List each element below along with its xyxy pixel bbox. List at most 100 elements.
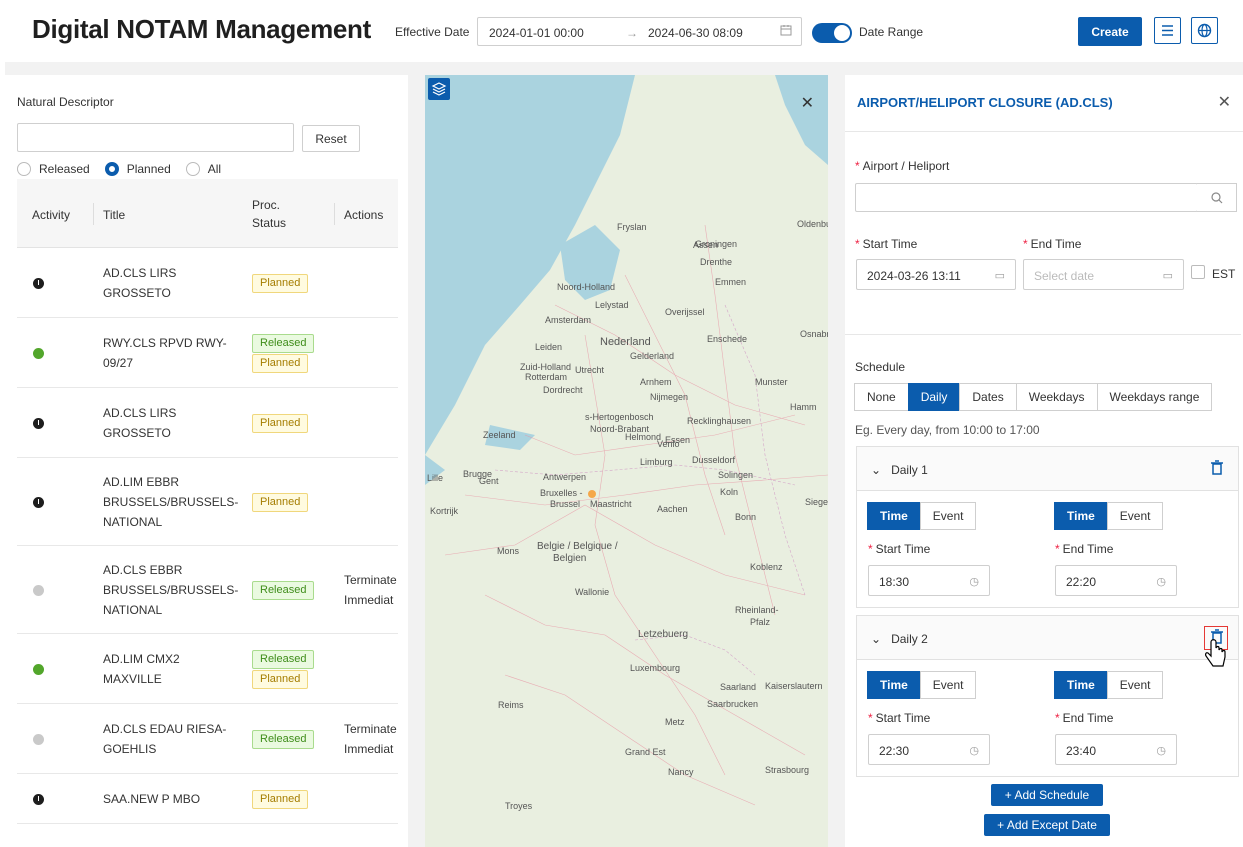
row-title[interactable]: AD.CLS EDAU RIESA- GOEHLIS [103, 719, 233, 759]
radio-circle-selected [104, 162, 119, 176]
title-line: GROSSETO [103, 286, 171, 300]
svg-text:Reims: Reims [498, 700, 524, 710]
create-button[interactable]: Create [1078, 17, 1142, 46]
svg-text:Osnabruck: Osnabruck [800, 329, 828, 339]
airport-search-button[interactable] [1197, 183, 1237, 212]
column-status[interactable]: Status [252, 216, 286, 230]
column-actions[interactable]: Actions [344, 208, 383, 222]
column-divider [93, 203, 94, 225]
list-view-button[interactable] [1154, 17, 1181, 44]
map-canvas[interactable]: Nederland Amsterdam Utrecht Rotterdam Do… [425, 75, 828, 847]
title-line: NATIONAL [103, 515, 163, 529]
natural-descriptor-input[interactable] [17, 123, 294, 152]
status-tag: Planned [252, 790, 309, 809]
column-activity[interactable]: Activity [32, 208, 70, 222]
time-option[interactable]: Time [867, 502, 921, 530]
start-date-input[interactable]: 2024-01-01 00:00 [489, 26, 584, 40]
svg-text:Wallonie: Wallonie [575, 587, 609, 597]
time-option[interactable]: Time [1054, 502, 1108, 530]
event-option[interactable]: Event [919, 502, 977, 530]
clock-icon: ◷ [1156, 576, 1166, 588]
event-option[interactable]: Event [1106, 671, 1164, 699]
start-time-input[interactable]: 2024-03-26 13:11 ▭ [856, 259, 1016, 290]
calendar-icon[interactable] [780, 24, 792, 36]
svg-text:Bruxelles -: Bruxelles - [540, 488, 583, 498]
est-checkbox[interactable] [1191, 265, 1205, 279]
close-icon[interactable]: ✕ [1218, 92, 1231, 112]
title-line: MAXVILLE [103, 672, 162, 686]
tab-weekdays[interactable]: Weekdays [1015, 383, 1098, 411]
svg-text:Arnhem: Arnhem [640, 377, 672, 387]
date-range-toggle[interactable] [812, 23, 852, 43]
tab-daily[interactable]: Daily [907, 383, 961, 411]
row-title[interactable]: RWY.CLS RPVD RWY- 09/27 [103, 333, 233, 373]
end-time-input[interactable]: Select date ▭ [1023, 259, 1184, 290]
card-header[interactable]: ⌄ Daily 1 [857, 447, 1238, 491]
table-row[interactable]: RWY.CLS RPVD RWY- 09/27 Released Planned [17, 318, 398, 388]
end-mode-toggle: Time Event [1054, 502, 1164, 530]
svg-text:Overijssel: Overijssel [665, 307, 705, 317]
table-row[interactable]: AD.CLS EDAU RIESA- GOEHLIS Released Termina… [17, 704, 398, 774]
event-option[interactable]: Event [919, 671, 977, 699]
svg-text:Limburg: Limburg [640, 457, 673, 467]
row-title[interactable]: AD.LIM EBBR BRUSSELS/BRUSSELS- NATIONAL [103, 472, 238, 532]
row-title[interactable]: AD.CLS EBBR BRUSSELS/BRUSSELS- NATIONAL [103, 560, 238, 620]
add-except-date-button[interactable]: + Add Except Date [984, 814, 1110, 836]
card-header[interactable]: ⌄ Daily 2 [857, 616, 1238, 660]
airport-heliport-input[interactable] [855, 183, 1198, 212]
column-proc[interactable]: Proc. [252, 198, 280, 212]
time-option[interactable]: Time [1054, 671, 1108, 699]
search-icon [1211, 192, 1223, 204]
terminate-action-link[interactable]: Terminate Immediat [344, 570, 398, 610]
table-row[interactable]: SAA.NEW P MBO Planned [17, 774, 398, 824]
svg-text:Dordrecht: Dordrecht [543, 385, 583, 395]
start-time-picker[interactable]: 18:30 ◷ [868, 565, 990, 596]
table-row[interactable]: AD.CLS EBBR BRUSSELS/BRUSSELS- NATIONAL Rel… [17, 546, 398, 634]
end-time-picker[interactable]: 22:20 ◷ [1055, 565, 1177, 596]
map-layers-button[interactable] [428, 78, 450, 100]
table-row[interactable]: AD.LIM EBBR BRUSSELS/BRUSSELS- NATIONAL Pla… [17, 458, 398, 546]
row-title[interactable]: AD.LIM CMX2 MAXVILLE [103, 649, 233, 689]
page-title: Digital NOTAM Management [32, 14, 372, 44]
column-title[interactable]: Title [103, 208, 125, 222]
table-row[interactable]: AD.CLS LIRS GROSSETO Planned [17, 248, 398, 318]
reset-button[interactable]: Reset [302, 125, 360, 152]
row-title[interactable]: AD.CLS LIRS GROSSETO [103, 263, 233, 303]
radio-released[interactable]: Released [17, 162, 90, 176]
language-button[interactable] [1191, 17, 1218, 44]
schedule-type-tabs: None Daily Dates Weekdays Weekdays range [854, 383, 1213, 411]
radio-all[interactable]: All [185, 162, 221, 176]
svg-text:Emmen: Emmen [715, 277, 746, 287]
action-line: Immediat [344, 593, 394, 607]
time-option[interactable]: Time [867, 671, 921, 699]
table-row[interactable]: AD.CLS LIRS GROSSETO Planned [17, 388, 398, 458]
end-time-picker[interactable]: 23:40 ◷ [1055, 734, 1177, 765]
event-option[interactable]: Event [1106, 502, 1164, 530]
map-close-icon[interactable]: ✕ [801, 93, 814, 113]
chevron-down-icon: ⌄ [871, 632, 882, 646]
table-row[interactable]: AD.LIM CMX2 MAXVILLE Released Planned [17, 634, 398, 704]
svg-text:Munster: Munster [755, 377, 788, 387]
tab-none[interactable]: None [854, 383, 909, 411]
chevron-down-icon: ⌄ [871, 463, 882, 477]
tab-dates[interactable]: Dates [959, 383, 1017, 411]
end-date-input[interactable]: 2024-06-30 08:09 [648, 26, 743, 40]
activity-status-icon [33, 497, 44, 508]
map-view[interactable]: Nederland Amsterdam Utrecht Rotterdam Do… [425, 75, 828, 847]
svg-text:Kaiserslautern: Kaiserslautern [765, 681, 823, 691]
start-time-picker[interactable]: 22:30 ◷ [868, 734, 990, 765]
effective-date-range-picker[interactable]: 2024-01-01 00:00 → 2024-06-30 08:09 [477, 17, 802, 46]
row-title[interactable]: SAA.NEW P MBO [103, 789, 233, 809]
row-title[interactable]: AD.CLS LIRS GROSSETO [103, 403, 233, 443]
svg-text:Gent: Gent [479, 476, 499, 486]
delete-icon[interactable] [1210, 460, 1224, 476]
layers-icon [431, 82, 447, 96]
terminate-action-link[interactable]: Terminate Immediat [344, 719, 398, 759]
tab-weekdays-range[interactable]: Weekdays range [1096, 383, 1213, 411]
activity-status-icon [33, 734, 44, 745]
add-schedule-button[interactable]: + Add Schedule [991, 784, 1103, 806]
label-text: Airport / Heliport [862, 159, 950, 173]
radio-planned[interactable]: Planned [104, 162, 171, 176]
start-mode-toggle: Time Event [867, 502, 977, 530]
svg-text:Rheinland-: Rheinland- [735, 605, 779, 615]
